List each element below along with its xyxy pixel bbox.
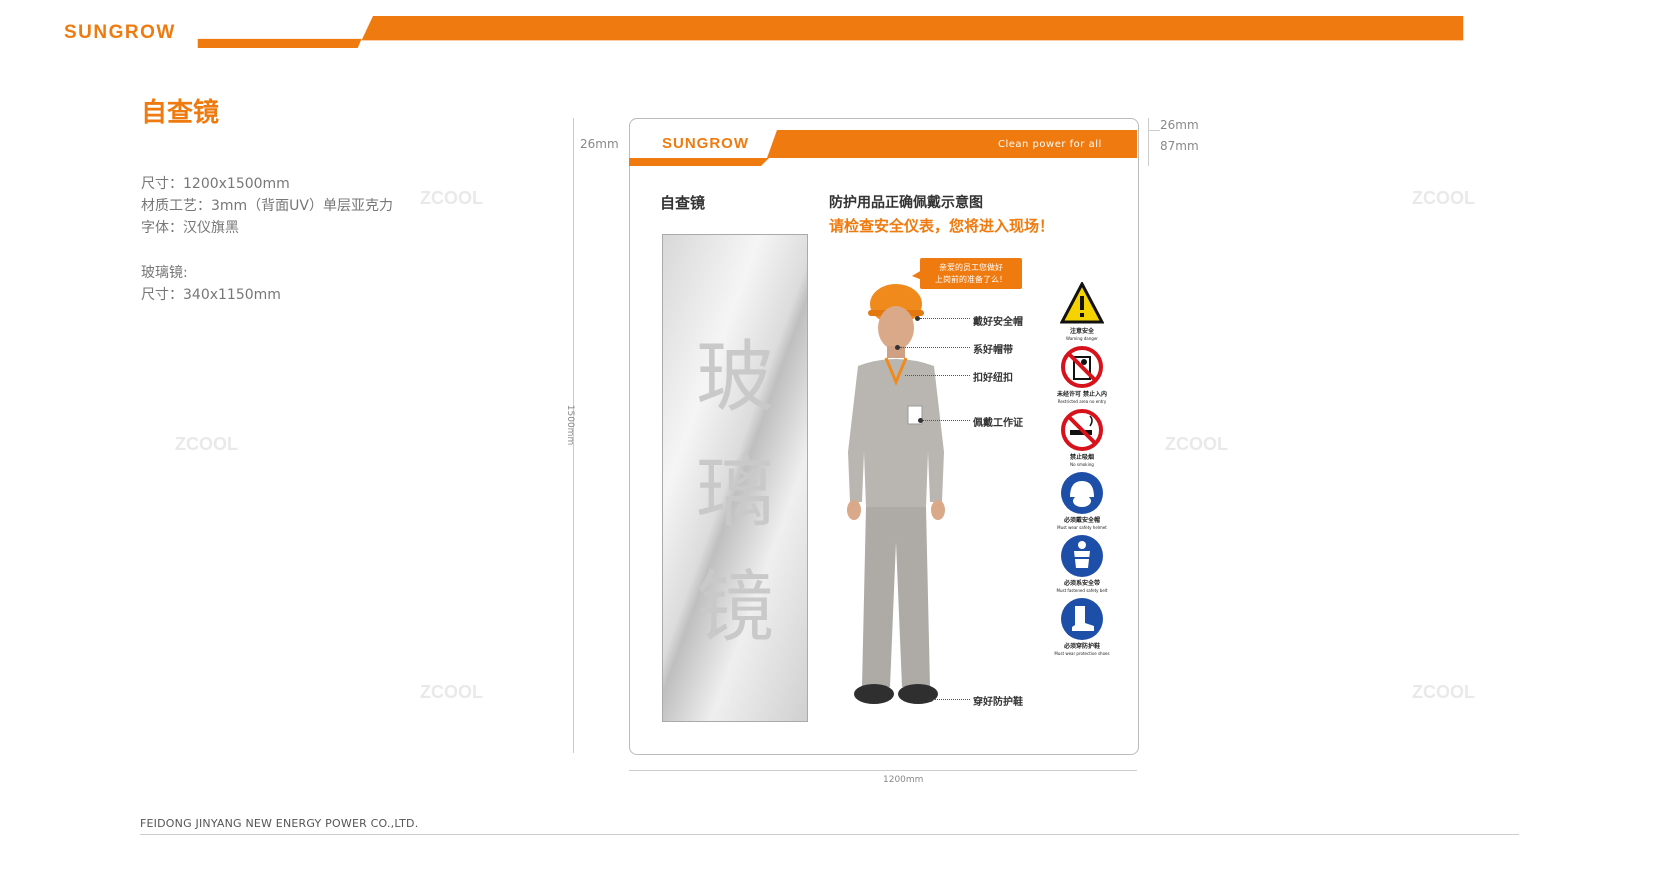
height-dimension-label: 1500mm	[565, 404, 576, 446]
glass-mirror: 玻 璃 镜	[662, 234, 808, 722]
callout-strap: 系好帽带	[973, 345, 1013, 356]
sign-label: 注意安全 Warning danger	[1066, 328, 1098, 341]
header-band	[197, 16, 1464, 48]
spec-glass-heading: 玻璃镜:	[141, 265, 188, 281]
callout-leader	[900, 347, 970, 348]
watermark: ZCOOL	[1412, 682, 1475, 702]
mirror-char: 镜	[695, 563, 774, 653]
spec-size: 尺寸：1200x1500mm	[141, 176, 290, 192]
warning-triangle-icon	[1060, 282, 1104, 324]
callout-leader	[923, 420, 970, 421]
helmet-icon	[1061, 472, 1103, 514]
callout-badge: 佩戴工作证	[973, 418, 1023, 429]
speech-line: 亲爱的员工您做好	[939, 263, 1003, 272]
mirror-char: 璃	[695, 448, 774, 538]
sign-label: 未经许可 禁止入内 Restricted area no entry	[1056, 391, 1108, 404]
page-title: 自查镜	[141, 98, 220, 128]
spec-glass-size: 尺寸：340x1150mm	[141, 287, 281, 303]
watermark: ZCOOL	[1412, 188, 1475, 208]
board-logo: SUNGROW	[662, 135, 749, 152]
worker-figure	[847, 284, 945, 704]
right-dimension-line	[1148, 118, 1149, 166]
header-tagline: Clean power for all	[1500, 26, 1625, 40]
footer-divider	[140, 834, 1519, 835]
callout-shoes: 穿好防护鞋	[973, 697, 1023, 708]
sign-label: 必须戴安全帽 Must wear safety helmet	[1057, 517, 1107, 530]
spec-material: 材质工艺：3mm（背面UV）单层亚克力	[141, 198, 394, 214]
callout-leader	[905, 375, 970, 376]
speech-line: 上岗前的准备了么！	[935, 275, 1007, 284]
callout-buttons: 扣好纽扣	[973, 373, 1013, 384]
warning-text: 请检查安全仪表，您将进入现场！	[829, 217, 1055, 235]
mirror-char: 玻	[695, 333, 774, 423]
board-tagline: Clean power for all	[998, 139, 1102, 150]
safety-belt-icon	[1061, 535, 1103, 577]
sign-label: 必须系安全带 Must fastened safety belt	[1056, 580, 1108, 593]
watermark: ZCOOL	[420, 682, 483, 702]
footer-company: FEIDONG JINYANG NEW ENERGY POWER CO.,LTD…	[140, 817, 419, 830]
brand-logo: SUNGROW	[64, 22, 176, 43]
diagram-title: 防护用品正确佩戴示意图	[829, 195, 983, 211]
watermark: ZCOOL	[175, 434, 238, 454]
watermark: ZCOOL	[420, 188, 483, 208]
band-height-label: 87mm	[1160, 139, 1199, 153]
sign-label: 禁止吸烟 No smoking	[1069, 454, 1094, 467]
callout-helmet: 戴好安全帽	[973, 317, 1023, 328]
width-dimension-line	[629, 770, 1137, 771]
no-smoking-icon	[1061, 409, 1103, 451]
spec-font: 字体：汉仪旗黑	[141, 220, 239, 236]
right-dimension-tick	[1148, 130, 1160, 131]
callout-leader	[920, 318, 970, 319]
callout-leader	[933, 699, 970, 700]
left-margin-label: 26mm	[580, 137, 619, 151]
top-margin-label: 26mm	[1160, 118, 1199, 132]
board-title: 自查镜	[660, 194, 706, 212]
speech-text: 亲爱的员工您做好 上岗前的准备了么！	[920, 262, 1022, 286]
watermark: ZCOOL	[1165, 434, 1228, 454]
boot-icon	[1061, 598, 1103, 640]
sign-label: 必须穿防护鞋 Must wear protective shoes	[1054, 643, 1110, 656]
width-dimension-label: 1200mm	[883, 775, 924, 785]
no-entry-icon	[1061, 346, 1103, 388]
